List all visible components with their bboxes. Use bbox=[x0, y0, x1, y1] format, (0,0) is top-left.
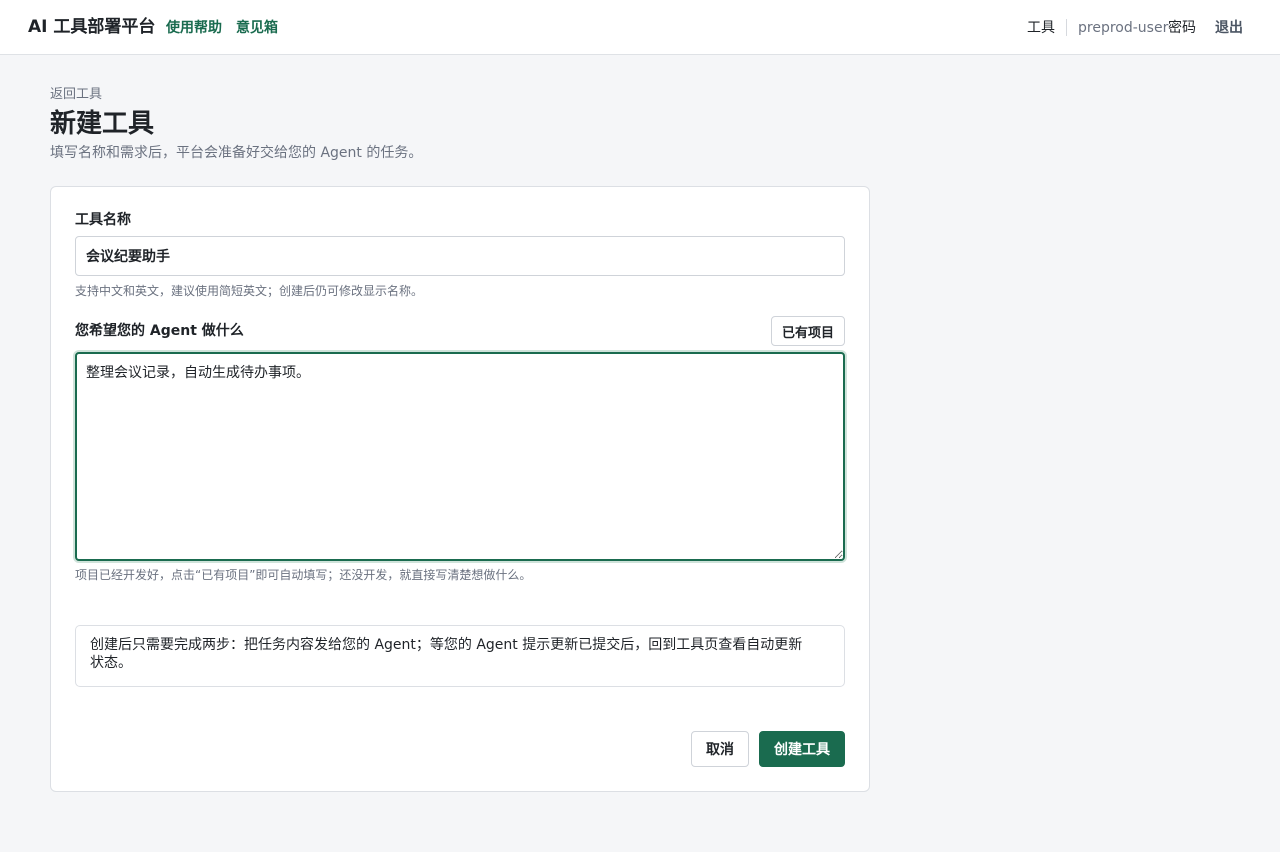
tool-name-hint: 支持中文和英文，建议使用简短英文；创建后仍可修改显示名称。 bbox=[75, 284, 424, 298]
agent-task-label: 您希望您的 Agent 做什么 bbox=[75, 323, 244, 339]
help-link[interactable]: 使用帮助 bbox=[166, 19, 222, 37]
new-tool-form-card: 工具名称 支持中文和英文，建议使用简短英文；创建后仍可修改显示名称。 您希望您的… bbox=[50, 186, 870, 792]
top-navigation-bar: AI 工具部署平台 使用帮助 意见箱 工具 preprod-user 密码 退出 bbox=[0, 0, 1280, 55]
back-to-tools-link[interactable]: 返回工具 bbox=[50, 87, 102, 103]
agent-task-hint: 项目已经开发好，点击“已有项目”即可自动填写；还没开发，就直接写清楚想做什么。 bbox=[75, 568, 532, 582]
password-link[interactable]: 密码 bbox=[1168, 19, 1196, 37]
username-label: preprod-user bbox=[1078, 20, 1169, 36]
tool-name-input[interactable] bbox=[75, 236, 845, 276]
logout-link[interactable]: 退出 bbox=[1215, 19, 1243, 37]
existing-project-button[interactable]: 已有项目 bbox=[771, 316, 845, 346]
create-tool-button[interactable]: 创建工具 bbox=[759, 731, 845, 767]
tools-nav-link[interactable]: 工具 bbox=[1027, 19, 1055, 37]
app-brand-title: AI 工具部署平台 bbox=[28, 17, 156, 37]
page-subtitle: 填写名称和需求后，平台会准备好交给您的 Agent 的任务。 bbox=[50, 145, 423, 161]
nav-divider bbox=[1066, 19, 1067, 36]
tool-name-label: 工具名称 bbox=[75, 212, 131, 228]
info-notice: 创建后只需要完成两步：把任务内容发给您的 Agent；等您的 Agent 提示更… bbox=[75, 625, 845, 687]
cancel-button[interactable]: 取消 bbox=[691, 731, 749, 767]
page-title: 新建工具 bbox=[50, 109, 155, 139]
feedback-link[interactable]: 意见箱 bbox=[236, 19, 278, 37]
agent-task-textarea[interactable]: 整理会议记录，自动生成待办事项。 bbox=[75, 352, 845, 561]
